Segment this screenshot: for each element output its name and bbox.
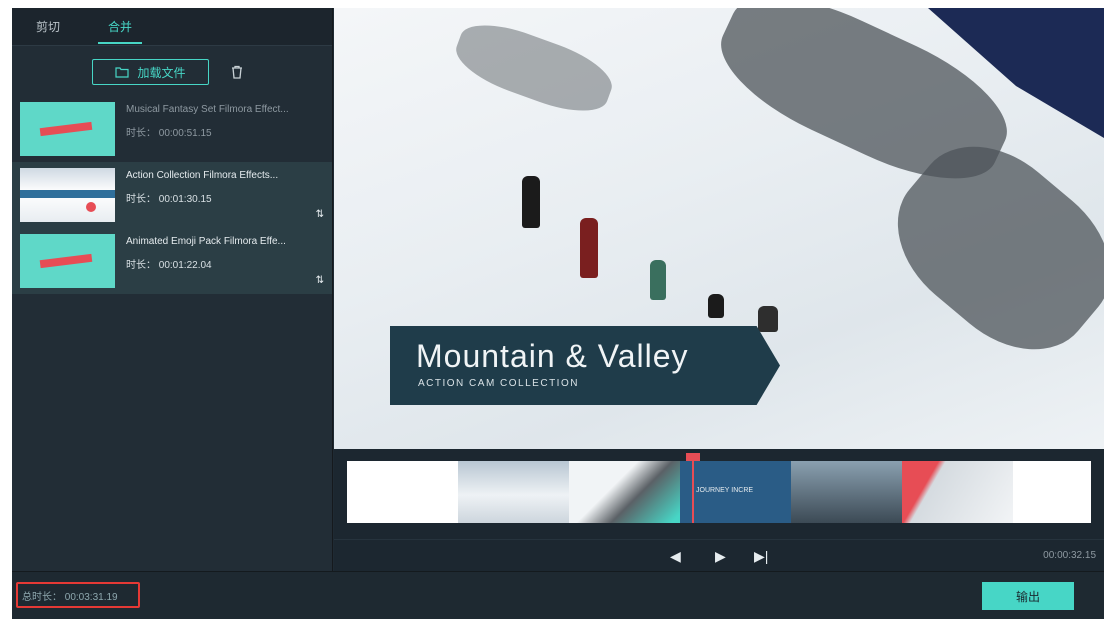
footer-bar: 总时长： 00:03:31.19 输出 — [12, 571, 1104, 619]
file-thumbnail — [20, 102, 115, 156]
hiker — [522, 176, 540, 228]
file-item[interactable]: Animated Emoji Pack Filmora Effe... 时长： … — [12, 228, 332, 294]
active-tab-indicator — [98, 42, 142, 44]
player-controls: ◀ ▶ ▶| 00:00:32.15 — [334, 539, 1104, 572]
tab-cut[interactable]: 剪切 — [36, 18, 60, 36]
filmstrip-frame — [1013, 461, 1091, 523]
filmstrip-frame: JOURNEY INCRE — [680, 461, 791, 523]
filmstrip-frame — [347, 461, 458, 523]
file-duration: 时长： 00:01:30.15 — [126, 194, 212, 205]
rock-texture — [448, 12, 620, 124]
title-banner: Mountain & Valley ACTION CAM COLLECTION — [390, 326, 780, 405]
banner-title: Mountain & Valley — [416, 338, 689, 374]
file-thumbnail — [20, 168, 115, 222]
filmstrip-frame — [458, 461, 569, 523]
play-icon[interactable]: ▶ — [715, 548, 726, 565]
hiker — [580, 218, 598, 278]
next-frame-icon[interactable]: ▶| — [754, 548, 768, 565]
file-item[interactable]: Musical Fantasy Set Filmora Effect... 时长… — [12, 96, 332, 162]
video-preview[interactable]: Mountain & Valley ACTION CAM COLLECTION — [334, 8, 1104, 449]
merge-window: 剪切 合并 加载文件 Musical Fantasy Set Filmora E… — [12, 8, 1104, 619]
file-duration: 时长： 00:00:51.15 — [126, 128, 212, 139]
hiker — [708, 294, 724, 318]
total-duration: 总时长： 00:03:31.19 — [16, 582, 140, 608]
hiker — [650, 260, 666, 300]
playhead[interactable] — [692, 455, 694, 523]
banner-subtitle: ACTION CAM COLLECTION — [418, 378, 579, 389]
file-thumbnail — [20, 234, 115, 288]
left-panel: 剪切 合并 加载文件 Musical Fantasy Set Filmora E… — [12, 8, 333, 571]
file-title: Animated Emoji Pack Filmora Effe... — [126, 236, 286, 247]
frame-label: JOURNEY INCRE — [696, 487, 754, 494]
filmstrip-frame — [569, 461, 680, 523]
tab-merge[interactable]: 合并 — [108, 18, 132, 36]
tab-bar: 剪切 合并 — [12, 8, 332, 46]
add-file-label: 加载文件 — [137, 65, 186, 80]
trash-icon[interactable] — [230, 65, 244, 79]
file-duration: 时长： 00:01:22.04 — [126, 260, 212, 271]
current-time: 00:00:32.15 — [1043, 550, 1096, 561]
sort-icon[interactable]: ⇅ — [316, 209, 324, 220]
filmstrip-frame — [791, 461, 902, 523]
add-file-button[interactable]: 加载文件 — [92, 59, 209, 85]
export-button[interactable]: 输出 — [982, 582, 1074, 610]
file-item[interactable]: Action Collection Filmora Effects... 时长：… — [12, 162, 332, 228]
folder-icon — [115, 67, 130, 78]
file-title: Action Collection Filmora Effects... — [126, 170, 279, 181]
filmstrip-area: JOURNEY INCRE — [334, 449, 1104, 539]
hiker — [758, 306, 778, 332]
filmstrip-frame — [902, 461, 1013, 523]
filmstrip[interactable]: JOURNEY INCRE — [347, 453, 1091, 523]
file-title: Musical Fantasy Set Filmora Effect... — [126, 104, 289, 115]
prev-frame-icon[interactable]: ◀ — [670, 548, 681, 565]
sort-icon[interactable]: ⇅ — [316, 275, 324, 286]
